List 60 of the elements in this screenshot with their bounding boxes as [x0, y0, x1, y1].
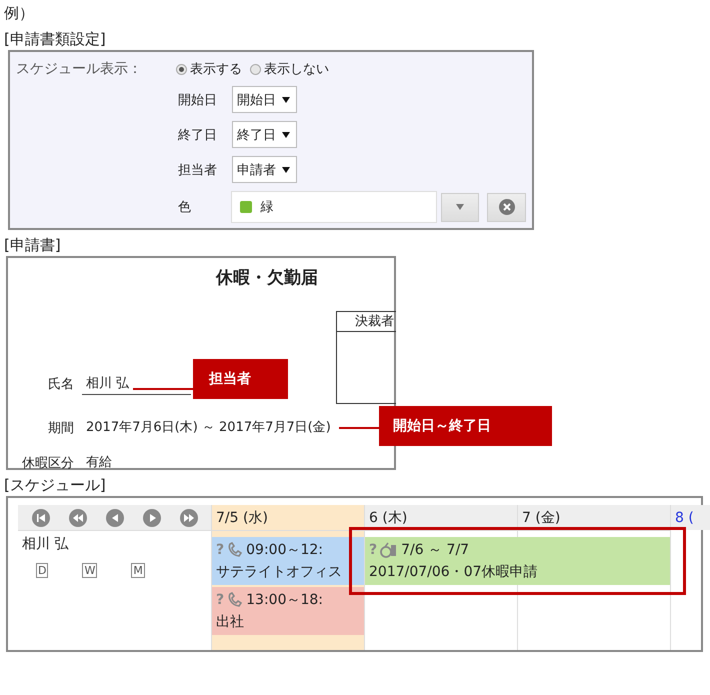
event-time: 7/6 ～ 7/7	[401, 541, 470, 560]
form-title: 休暇・欠勤届	[216, 267, 318, 289]
caret-icon	[282, 166, 290, 172]
dropdown[interactable]: 申請者	[232, 156, 297, 183]
field-label: 休暇区分	[21, 455, 75, 472]
user-name: 相川 弘	[22, 535, 70, 553]
event-time: 09:00～12:	[246, 541, 324, 560]
event-card[interactable]: ? 09:00～12: サテライトオフィス	[212, 537, 364, 585]
event-title: 出社	[216, 613, 245, 632]
radio-option[interactable]: 表示しない	[250, 60, 329, 78]
status-mark: ?	[216, 541, 224, 560]
event-card[interactable]: ? 13:00～18: 出社	[212, 587, 364, 635]
field-label: 開始日	[178, 92, 218, 108]
caret-icon	[282, 96, 290, 102]
event-title: 2017/07/06・07休暇申請	[369, 563, 539, 582]
event-title: サテライトオフィス	[216, 563, 343, 582]
view-button[interactable]: W	[82, 563, 98, 578]
field-label: スケジュール表示：	[16, 60, 143, 78]
field-label: 終了日	[178, 126, 218, 144]
previous-icon[interactable]	[106, 508, 124, 526]
rewind-icon[interactable]	[69, 508, 87, 526]
callout-label: 開始日～終了日	[378, 406, 552, 446]
view-button[interactable]: M	[131, 563, 145, 578]
radio-icon[interactable]	[176, 64, 187, 74]
fast-forward-icon[interactable]	[180, 508, 198, 526]
caret-icon	[282, 132, 290, 138]
field-label: 氏名	[47, 376, 75, 393]
dropdown[interactable]: 終了日	[232, 121, 297, 148]
dropdown[interactable]: 開始日	[232, 86, 297, 113]
status-mark: ?	[369, 541, 378, 560]
radio-option[interactable]: 表示する	[176, 60, 242, 78]
event-card[interactable]: ? 7/6 ～ 7/7 2017/07/06・07休暇申請	[365, 537, 670, 585]
field-value: 有給	[85, 454, 113, 472]
status-mark: ?	[216, 591, 224, 610]
leader-line	[338, 427, 379, 429]
clear-button[interactable]	[487, 192, 526, 222]
field-label: 担当者	[178, 162, 218, 178]
caret-icon	[456, 204, 464, 210]
field-label: 色	[178, 199, 192, 216]
day-header[interactable]: 8 (	[671, 505, 710, 530]
luggage-icon	[380, 542, 398, 558]
radio-icon[interactable]	[250, 64, 261, 74]
section-heading: [申請書]	[4, 235, 62, 256]
view-button[interactable]: D	[36, 563, 48, 578]
first-icon[interactable]	[32, 508, 50, 526]
event-time: 13:00～18:	[246, 591, 324, 610]
approver-label: 決裁者	[337, 312, 396, 332]
field-value: 2017年7月6日(木) ～ 2017年7月7日(金)	[85, 419, 332, 437]
callout-label: 担当者	[193, 359, 288, 399]
example-caption: 例）	[4, 3, 35, 24]
field-label: 期間	[47, 420, 75, 437]
phone-icon	[227, 542, 244, 558]
dropdown-button[interactable]	[440, 192, 480, 222]
phone-icon	[227, 592, 244, 608]
section-heading: [スケジュール]	[4, 475, 107, 496]
section-heading: [申請書類設定]	[4, 29, 107, 50]
clear-icon	[498, 199, 515, 215]
color-field[interactable]: 緑	[231, 191, 437, 223]
next-icon[interactable]	[143, 508, 161, 526]
leader-line	[133, 388, 194, 390]
